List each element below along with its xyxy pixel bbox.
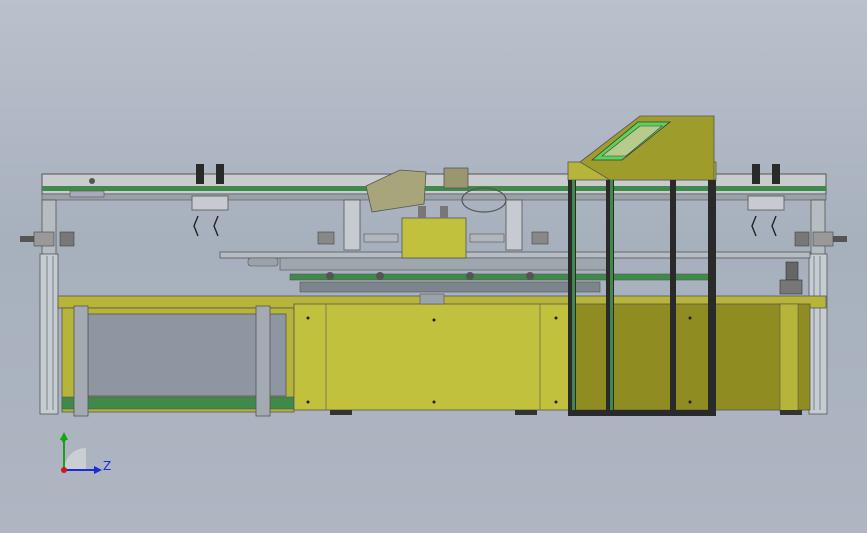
x-axis-origin <box>61 467 67 473</box>
y-axis-label: Y <box>60 436 68 450</box>
machine-model[interactable] <box>0 0 867 533</box>
cad-viewport[interactable]: Y Z <box>0 0 867 533</box>
z-axis-label: Z <box>103 459 112 473</box>
